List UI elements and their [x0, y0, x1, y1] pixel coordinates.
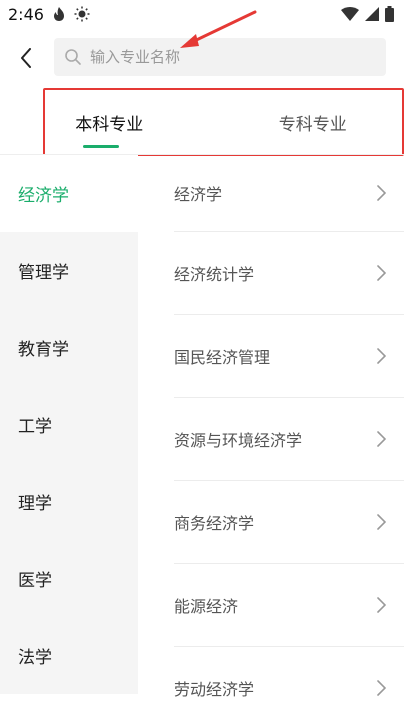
- sidebar-item-label: 理学: [18, 494, 52, 514]
- sidebar-item-label: 法学: [18, 648, 52, 668]
- list-item[interactable]: 劳动经济学: [174, 647, 404, 720]
- major-name: 经济学: [174, 185, 223, 204]
- status-right-icons: [341, 6, 394, 22]
- list-item[interactable]: 经济统计学: [174, 232, 404, 315]
- major-name: 劳动经济学: [174, 680, 255, 699]
- wifi-icon: [341, 7, 359, 21]
- content: 经济学 管理学 教育学 工学 理学 医学 法学 经济学 经济统计学 国民经济管理…: [0, 154, 404, 720]
- header: [0, 34, 404, 82]
- sidebar-item-engineering[interactable]: 工学: [0, 386, 138, 463]
- chevron-right-icon: [377, 348, 386, 364]
- tab-label: 本科专业: [75, 114, 144, 135]
- chevron-left-icon: [21, 48, 31, 68]
- sidebar-item-label: 工学: [18, 417, 52, 437]
- tab-undergraduate[interactable]: 本科专业: [45, 90, 224, 154]
- sidebar-item-label: 经济学: [18, 186, 69, 206]
- major-name: 国民经济管理: [174, 348, 271, 367]
- list-item[interactable]: 经济学: [174, 155, 404, 232]
- major-name: 商务经济学: [174, 514, 255, 533]
- sidebar-item-science[interactable]: 理学: [0, 463, 138, 540]
- flame-icon: [54, 7, 64, 21]
- category-sidebar: 经济学 管理学 教育学 工学 理学 医学 法学: [0, 155, 138, 720]
- signal-icon: [365, 7, 379, 21]
- major-name: 能源经济: [174, 597, 239, 616]
- status-time: 2:46: [8, 5, 44, 24]
- search-box[interactable]: [54, 38, 386, 76]
- list-item[interactable]: 资源与环境经济学: [174, 398, 404, 481]
- major-name: 资源与环境经济学: [174, 431, 303, 450]
- tab-label: 专科专业: [278, 114, 347, 135]
- brightness-icon: [74, 6, 90, 22]
- back-button[interactable]: [10, 40, 42, 76]
- sidebar-item-economics[interactable]: 经济学: [0, 155, 138, 232]
- search-icon: [65, 49, 81, 65]
- sidebar-item-education[interactable]: 教育学: [0, 309, 138, 386]
- list-item[interactable]: 能源经济: [174, 564, 404, 647]
- sidebar-item-label: 教育学: [18, 340, 69, 360]
- list-item[interactable]: 商务经济学: [174, 481, 404, 564]
- sidebar-item-medicine[interactable]: 医学: [0, 540, 138, 617]
- major-list: 经济学 经济统计学 国民经济管理 资源与环境经济学 商务经济学 能源经济 劳动经…: [174, 155, 404, 720]
- sidebar-item-management[interactable]: 管理学: [0, 232, 138, 309]
- chevron-right-icon: [377, 185, 386, 201]
- chevron-right-icon: [377, 680, 386, 696]
- status-left-icons: [52, 6, 90, 22]
- sidebar-item-label: 医学: [18, 571, 52, 591]
- chevron-right-icon: [377, 597, 386, 613]
- chevron-right-icon: [377, 431, 386, 447]
- sidebar-item-label: 管理学: [18, 263, 69, 283]
- tab-junior-college[interactable]: 专科专业: [224, 90, 403, 154]
- list-item[interactable]: 国民经济管理: [174, 315, 404, 398]
- major-name: 经济统计学: [174, 265, 255, 284]
- chevron-right-icon: [377, 514, 386, 530]
- sidebar-item-law[interactable]: 法学: [0, 617, 138, 694]
- tab-bar: 本科专业 专科专业: [43, 88, 404, 156]
- search-input[interactable]: [90, 48, 330, 66]
- status-bar: 2:46: [0, 0, 404, 30]
- battery-icon: [385, 6, 394, 22]
- chevron-right-icon: [377, 265, 386, 281]
- active-tab-indicator: [83, 145, 119, 148]
